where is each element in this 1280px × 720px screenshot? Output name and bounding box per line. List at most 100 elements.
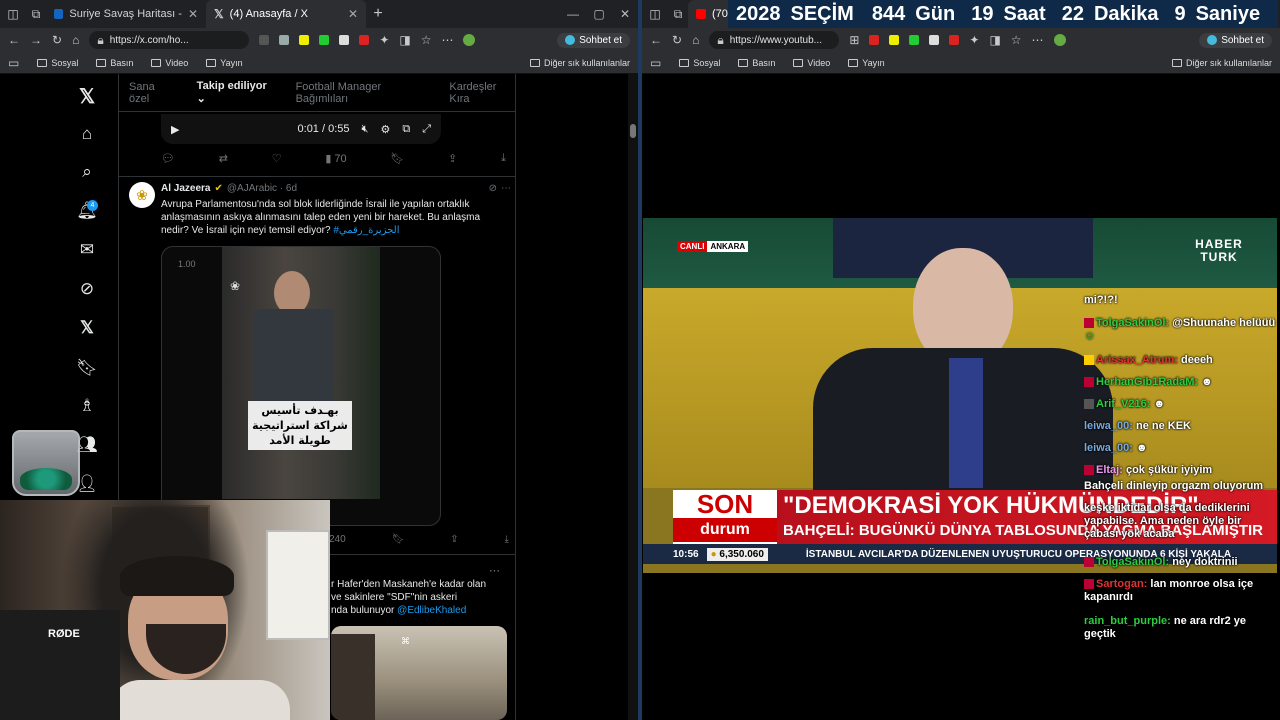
tweet-author[interactable]: Al Jazeera xyxy=(161,183,210,194)
tab-actions-icon[interactable]: ◫ xyxy=(642,8,668,20)
other-bookmarks[interactable]: Diğer sık kullanılanlar xyxy=(529,58,630,68)
tab-x-home[interactable]: 𝕏 (4) Anasayfa / X ✕ xyxy=(206,0,366,28)
tweet-media[interactable]: 1.00 ❀ بهـدف تأسيس شراكة استراتيجية طويل… xyxy=(161,246,441,526)
back-icon[interactable]: ← xyxy=(650,34,662,46)
bookmark-sosyal[interactable]: Sosyal xyxy=(679,58,720,68)
copilot-chat-button[interactable]: Sohbet et xyxy=(557,32,630,48)
extension-icon[interactable] xyxy=(929,35,940,45)
chat-user[interactable]: rain_but_purple: xyxy=(1084,615,1171,627)
refresh-icon[interactable]: ↻ xyxy=(52,34,62,46)
tab-suriye[interactable]: Suriye Savaş Haritası - Son Dakika ✕ xyxy=(46,0,206,28)
chat-user[interactable]: TolgaSakinOl: xyxy=(1096,317,1169,329)
tweet-handle[interactable]: @AJArabic · 6d xyxy=(227,183,297,194)
tab-following[interactable]: Takip ediliyor ⌄ xyxy=(196,80,274,118)
extension-icon[interactable] xyxy=(359,35,370,45)
more-icon[interactable]: ⋯ xyxy=(489,564,500,577)
copilot-chat-button[interactable]: Sohbet et xyxy=(1199,32,1272,48)
other-bookmarks[interactable]: Diğer sık kullanılanlar xyxy=(1171,58,1272,68)
forward-icon[interactable]: → xyxy=(30,34,42,46)
tweet2-mention[interactable]: @EdlibeKhaled xyxy=(397,605,466,616)
tweet-hashtag[interactable]: #الجزيرة_رقمي xyxy=(333,225,399,236)
split-icon[interactable]: ◨ xyxy=(399,34,410,46)
home-nav-icon[interactable]: ⌂ xyxy=(76,124,98,146)
avatar[interactable]: ❀ xyxy=(129,182,155,208)
bookmarks-nav-icon[interactable]: 🔖︎ xyxy=(76,358,98,380)
favorites-icon[interactable]: ☆ xyxy=(1011,34,1022,46)
bookmark-basin[interactable]: Basın xyxy=(738,58,775,68)
grok-icon[interactable]: ⊘ xyxy=(489,183,497,194)
share-icon[interactable]: ⇪ xyxy=(448,152,457,165)
chat-user[interactable]: Eltaj: xyxy=(1096,464,1123,476)
scrollbar-thumb[interactable] xyxy=(630,124,636,138)
extension-icon[interactable]: ⊞ xyxy=(849,34,859,46)
chat-user[interactable]: Sartogan: xyxy=(1096,578,1147,590)
bookmark-yayin[interactable]: Yayın xyxy=(206,58,243,68)
grok-nav-icon[interactable]: ⊘ xyxy=(76,279,98,301)
extension-icon[interactable] xyxy=(279,35,290,45)
play-icon[interactable]: ▶ xyxy=(171,123,179,136)
more-icon[interactable]: ⋯ xyxy=(501,183,511,194)
close-tab-icon[interactable]: ✕ xyxy=(348,7,358,21)
address-bar[interactable]: 🔒︎ https://x.com/ho... xyxy=(89,31,250,49)
download-icon[interactable]: ⤓ xyxy=(505,534,509,545)
explore-nav-icon[interactable]: ⌕ xyxy=(76,162,98,184)
extension-icon[interactable] xyxy=(909,35,920,45)
chat-user[interactable]: Arissax_Atrum: xyxy=(1096,354,1178,366)
extension-icon[interactable] xyxy=(319,35,330,45)
refresh-icon[interactable]: ↻ xyxy=(672,34,682,46)
minimize-icon[interactable]: — xyxy=(560,7,586,21)
tab-actions-icon[interactable]: ◫ xyxy=(0,8,26,20)
more-icon[interactable]: ⋯ xyxy=(1032,34,1044,46)
more-icon[interactable]: ⋯ xyxy=(441,34,453,46)
extension-icon[interactable] xyxy=(299,35,310,45)
messages-nav-icon[interactable]: ✉ xyxy=(76,240,98,262)
puzzle-icon[interactable]: ✦ xyxy=(379,34,389,46)
scrollbar[interactable] xyxy=(628,74,638,720)
x-logo-icon[interactable]: 𝕏 xyxy=(76,84,98,108)
new-tab-icon[interactable]: + xyxy=(366,6,390,22)
bookmark-video[interactable]: Video xyxy=(793,58,830,68)
chat-user[interactable]: TolgaSakinOl: xyxy=(1096,556,1169,568)
bookmark-basin[interactable]: Basın xyxy=(96,58,133,68)
reply-icon[interactable]: 💬︎ xyxy=(161,152,175,165)
close-tab-icon[interactable]: ✕ xyxy=(188,7,198,21)
chat-user[interactable]: leiwa_00: xyxy=(1084,442,1133,454)
split-icon[interactable]: ◨ xyxy=(989,34,1000,46)
home-icon[interactable]: ⌂ xyxy=(692,34,699,46)
fullscreen-icon[interactable]: ⤢ xyxy=(422,123,431,136)
extension-icon[interactable] xyxy=(339,35,350,45)
jobs-nav-icon[interactable]: ♗ xyxy=(76,396,98,418)
tweet2-image[interactable]: ⌘ xyxy=(331,626,507,720)
sidebar-toggle-icon[interactable]: ▭ xyxy=(650,57,661,69)
share-icon[interactable]: ⇪ xyxy=(450,534,458,545)
workspaces-icon[interactable]: ⧉ xyxy=(26,8,46,20)
profile-avatar-icon[interactable] xyxy=(463,34,476,46)
retweet-icon[interactable]: ⇄ xyxy=(219,152,228,165)
views-count[interactable]: 240 xyxy=(329,534,346,545)
extension-icon[interactable] xyxy=(889,35,900,45)
settings-icon[interactable]: ⚙ xyxy=(380,123,390,136)
chat-user[interactable]: HerhanGib1RadaM: xyxy=(1096,376,1198,388)
pip-icon[interactable]: ⧉ xyxy=(402,123,410,136)
home-icon[interactable]: ⌂ xyxy=(72,34,79,46)
premium-nav-icon[interactable]: 𝕏 xyxy=(76,318,98,340)
bookmark-sosyal[interactable]: Sosyal xyxy=(37,58,78,68)
bookmark-video[interactable]: Video xyxy=(151,58,188,68)
address-bar[interactable]: 🔒︎ https://www.youtub... xyxy=(709,31,840,49)
sidebar-toggle-icon[interactable]: ▭ xyxy=(8,57,19,69)
bookmark-yayin[interactable]: Yayın xyxy=(848,58,885,68)
tab-list-kardesler[interactable]: Kardeşler Kıra xyxy=(449,81,515,105)
download-icon[interactable]: ⤓ xyxy=(501,152,506,165)
extension-icon[interactable] xyxy=(869,35,880,45)
like-icon[interactable]: ♡ xyxy=(272,152,282,165)
maximize-icon[interactable]: ▢ xyxy=(586,7,612,21)
close-window-icon[interactable]: ✕ xyxy=(612,7,638,21)
profile-avatar-icon[interactable] xyxy=(1053,34,1066,46)
chat-user[interactable]: Arif_V216: xyxy=(1096,398,1150,410)
workspaces-icon[interactable]: ⧉ xyxy=(668,8,688,20)
tab-for-you[interactable]: Sana özel xyxy=(129,81,175,105)
mute-icon[interactable]: 🔇︎ xyxy=(362,123,369,136)
chat-user[interactable]: leiwa_00: xyxy=(1084,420,1133,432)
back-icon[interactable]: ← xyxy=(8,34,20,46)
tab-list-fm[interactable]: Football Manager Bağımlıları xyxy=(296,81,428,105)
